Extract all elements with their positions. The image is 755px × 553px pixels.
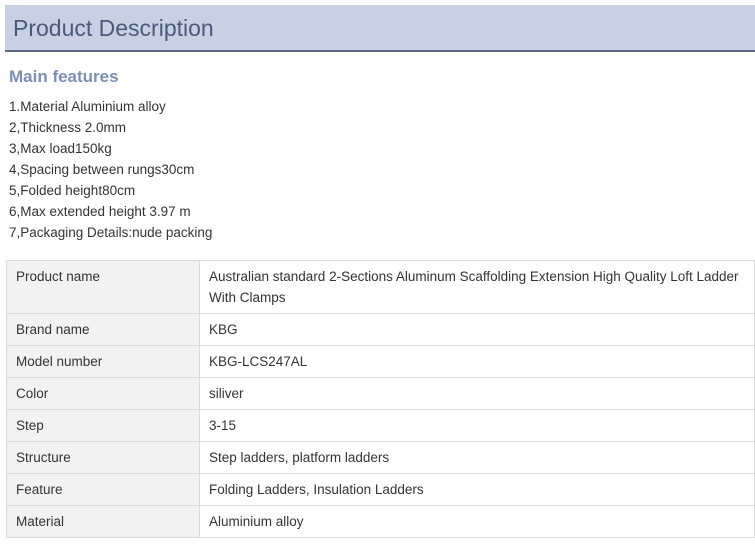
table-row: Brand name KBG (6, 313, 755, 346)
spec-key: Color (6, 377, 200, 410)
spec-key: Structure (6, 441, 200, 474)
table-row: Product name Australian standard 2-Secti… (6, 260, 755, 314)
spec-value: KBG-LCS247AL (199, 345, 755, 378)
table-row: Color siliver (6, 377, 755, 410)
feature-item: 2,Thickness 2.0mm (9, 120, 127, 135)
section-header: Product Description (5, 5, 755, 52)
table-row: Model number KBG-LCS247AL (6, 345, 755, 378)
spec-key: Brand name (6, 313, 200, 346)
spec-key: Feature (6, 473, 200, 506)
table-row: Step 3-15 (6, 409, 755, 442)
spec-value: KBG (199, 313, 755, 346)
spec-value: siliver (199, 377, 755, 410)
spec-value: Folding Ladders, Insulation Ladders (199, 473, 755, 506)
section-title: Product Description (13, 15, 214, 41)
spec-value: Australian standard 2-Sections Aluminum … (199, 260, 755, 314)
feature-item: 4,Spacing between rungs30cm (9, 162, 195, 177)
spec-value: 3-15 (199, 409, 755, 442)
main-features-heading: Main features (9, 67, 119, 86)
table-row: Material Aluminium alloy (6, 505, 755, 538)
table-row: Feature Folding Ladders, Insulation Ladd… (6, 473, 755, 506)
spec-key: Material (6, 505, 200, 538)
feature-item: 6,Max extended height 3.97 m (9, 204, 191, 219)
spec-key: Step (6, 409, 200, 442)
specs-table: Product name Australian standard 2-Secti… (6, 260, 755, 538)
feature-item: 5,Folded height80cm (9, 183, 136, 198)
spec-value: Aluminium alloy (199, 505, 755, 538)
feature-item: 3,Max load150kg (9, 141, 112, 156)
spec-key: Model number (6, 345, 200, 378)
features-list: 1.Material Aluminium alloy 2,Thickness 2… (9, 96, 212, 243)
feature-item: 7,Packaging Details:nude packing (9, 225, 213, 240)
feature-item: 1.Material Aluminium alloy (9, 99, 166, 114)
spec-value: Step ladders, platform ladders (199, 441, 755, 474)
spec-key: Product name (6, 260, 200, 314)
table-row: Structure Step ladders, platform ladders (6, 441, 755, 474)
